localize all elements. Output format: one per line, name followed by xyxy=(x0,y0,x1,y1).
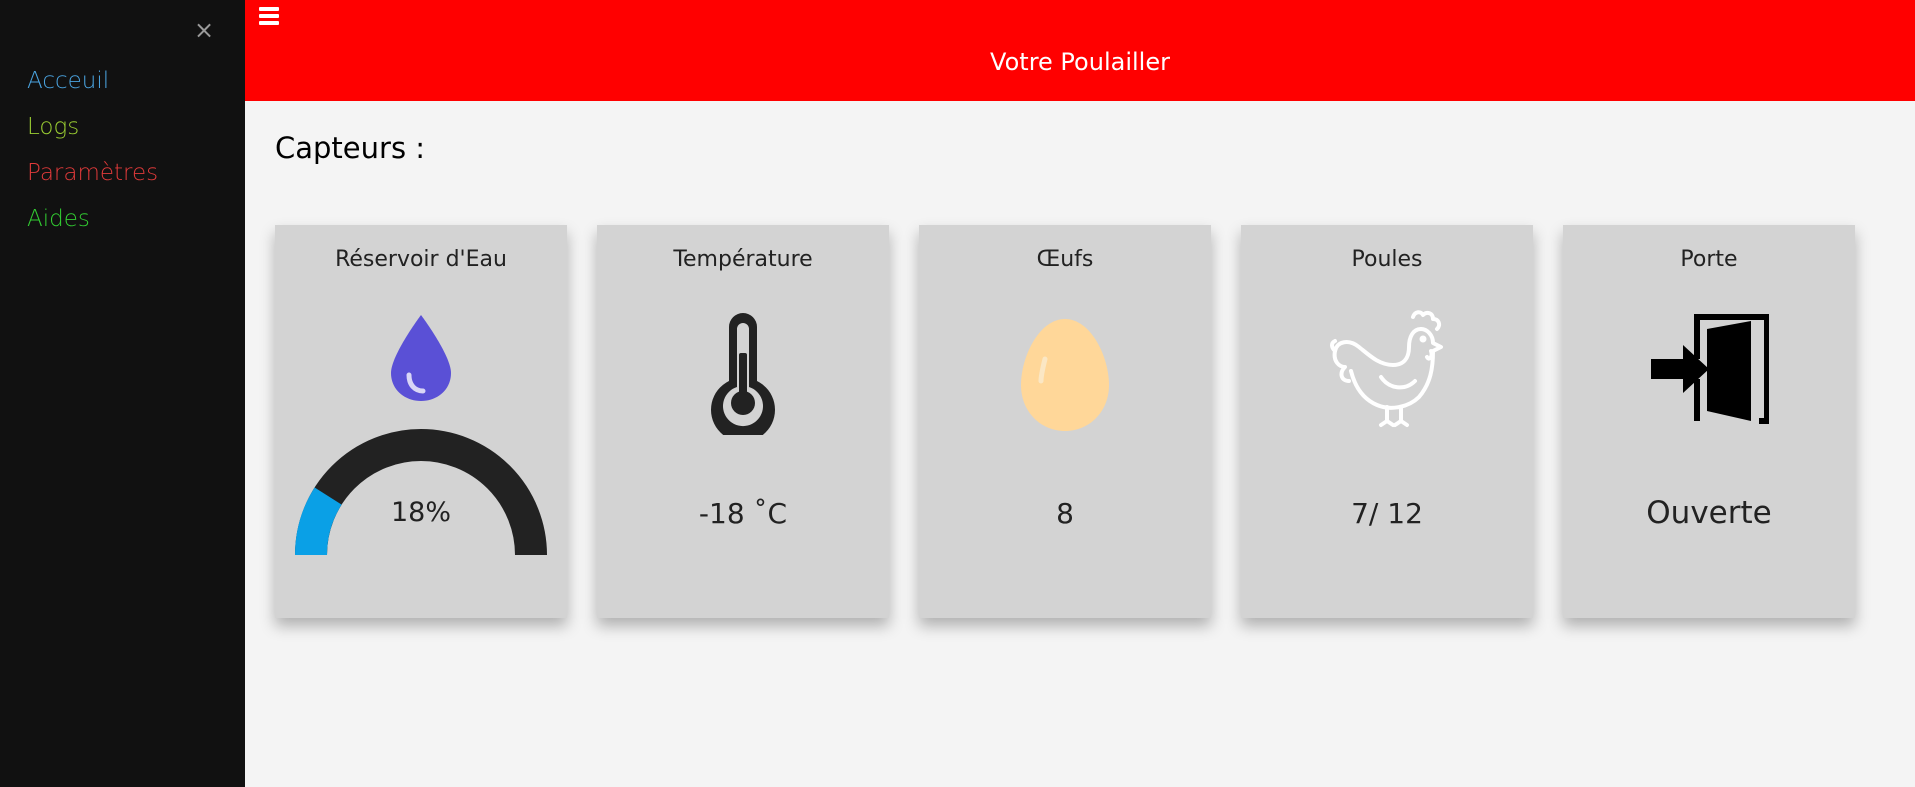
close-icon[interactable]: × xyxy=(190,12,218,48)
hens-value: 7/ 12 xyxy=(1351,497,1423,530)
sidebar-item-logs[interactable]: Logs xyxy=(27,108,158,154)
egg-icon xyxy=(1021,319,1109,431)
section-title: Capteurs : xyxy=(275,131,426,165)
door-status-value: Ouverte xyxy=(1646,495,1772,531)
thermometer-icon xyxy=(711,313,775,435)
page-title: Votre Poulailler xyxy=(990,48,1170,76)
card-title: Porte xyxy=(1680,247,1738,272)
sidebar: × Acceuil Logs Paramètres Aides xyxy=(0,0,245,787)
card-temperature: Température -18 ˚C xyxy=(597,225,889,618)
chicken-icon xyxy=(1330,310,1443,427)
sidebar-nav: Acceuil Logs Paramètres Aides xyxy=(27,62,158,246)
water-level-gauge xyxy=(295,429,547,555)
water-level-value: 18% xyxy=(390,497,451,528)
card-title: Poules xyxy=(1351,247,1423,272)
card-title: Réservoir d'Eau xyxy=(335,247,507,272)
header: Votre Poulailler xyxy=(245,0,1915,101)
temperature-value: -18 ˚C xyxy=(698,497,788,530)
eggs-value: 8 xyxy=(1056,497,1074,530)
card-title: Œufs xyxy=(1036,247,1094,272)
card-eggs: Œufs 8 xyxy=(919,225,1211,618)
card-door: Porte Ouverte xyxy=(1563,225,1855,618)
card-water-tank: Réservoir d'Eau 18% xyxy=(275,225,567,618)
card-title: Température xyxy=(673,247,813,272)
sidebar-item-aides[interactable]: Aides xyxy=(27,200,158,246)
card-hens: Poules 7/ 12 xyxy=(1241,225,1533,618)
hamburger-icon[interactable] xyxy=(257,3,281,29)
water-drop-icon xyxy=(391,315,451,401)
door-enter-icon xyxy=(1651,314,1769,424)
sidebar-item-parametres[interactable]: Paramètres xyxy=(27,154,158,200)
sidebar-item-acceuil[interactable]: Acceuil xyxy=(27,62,158,108)
